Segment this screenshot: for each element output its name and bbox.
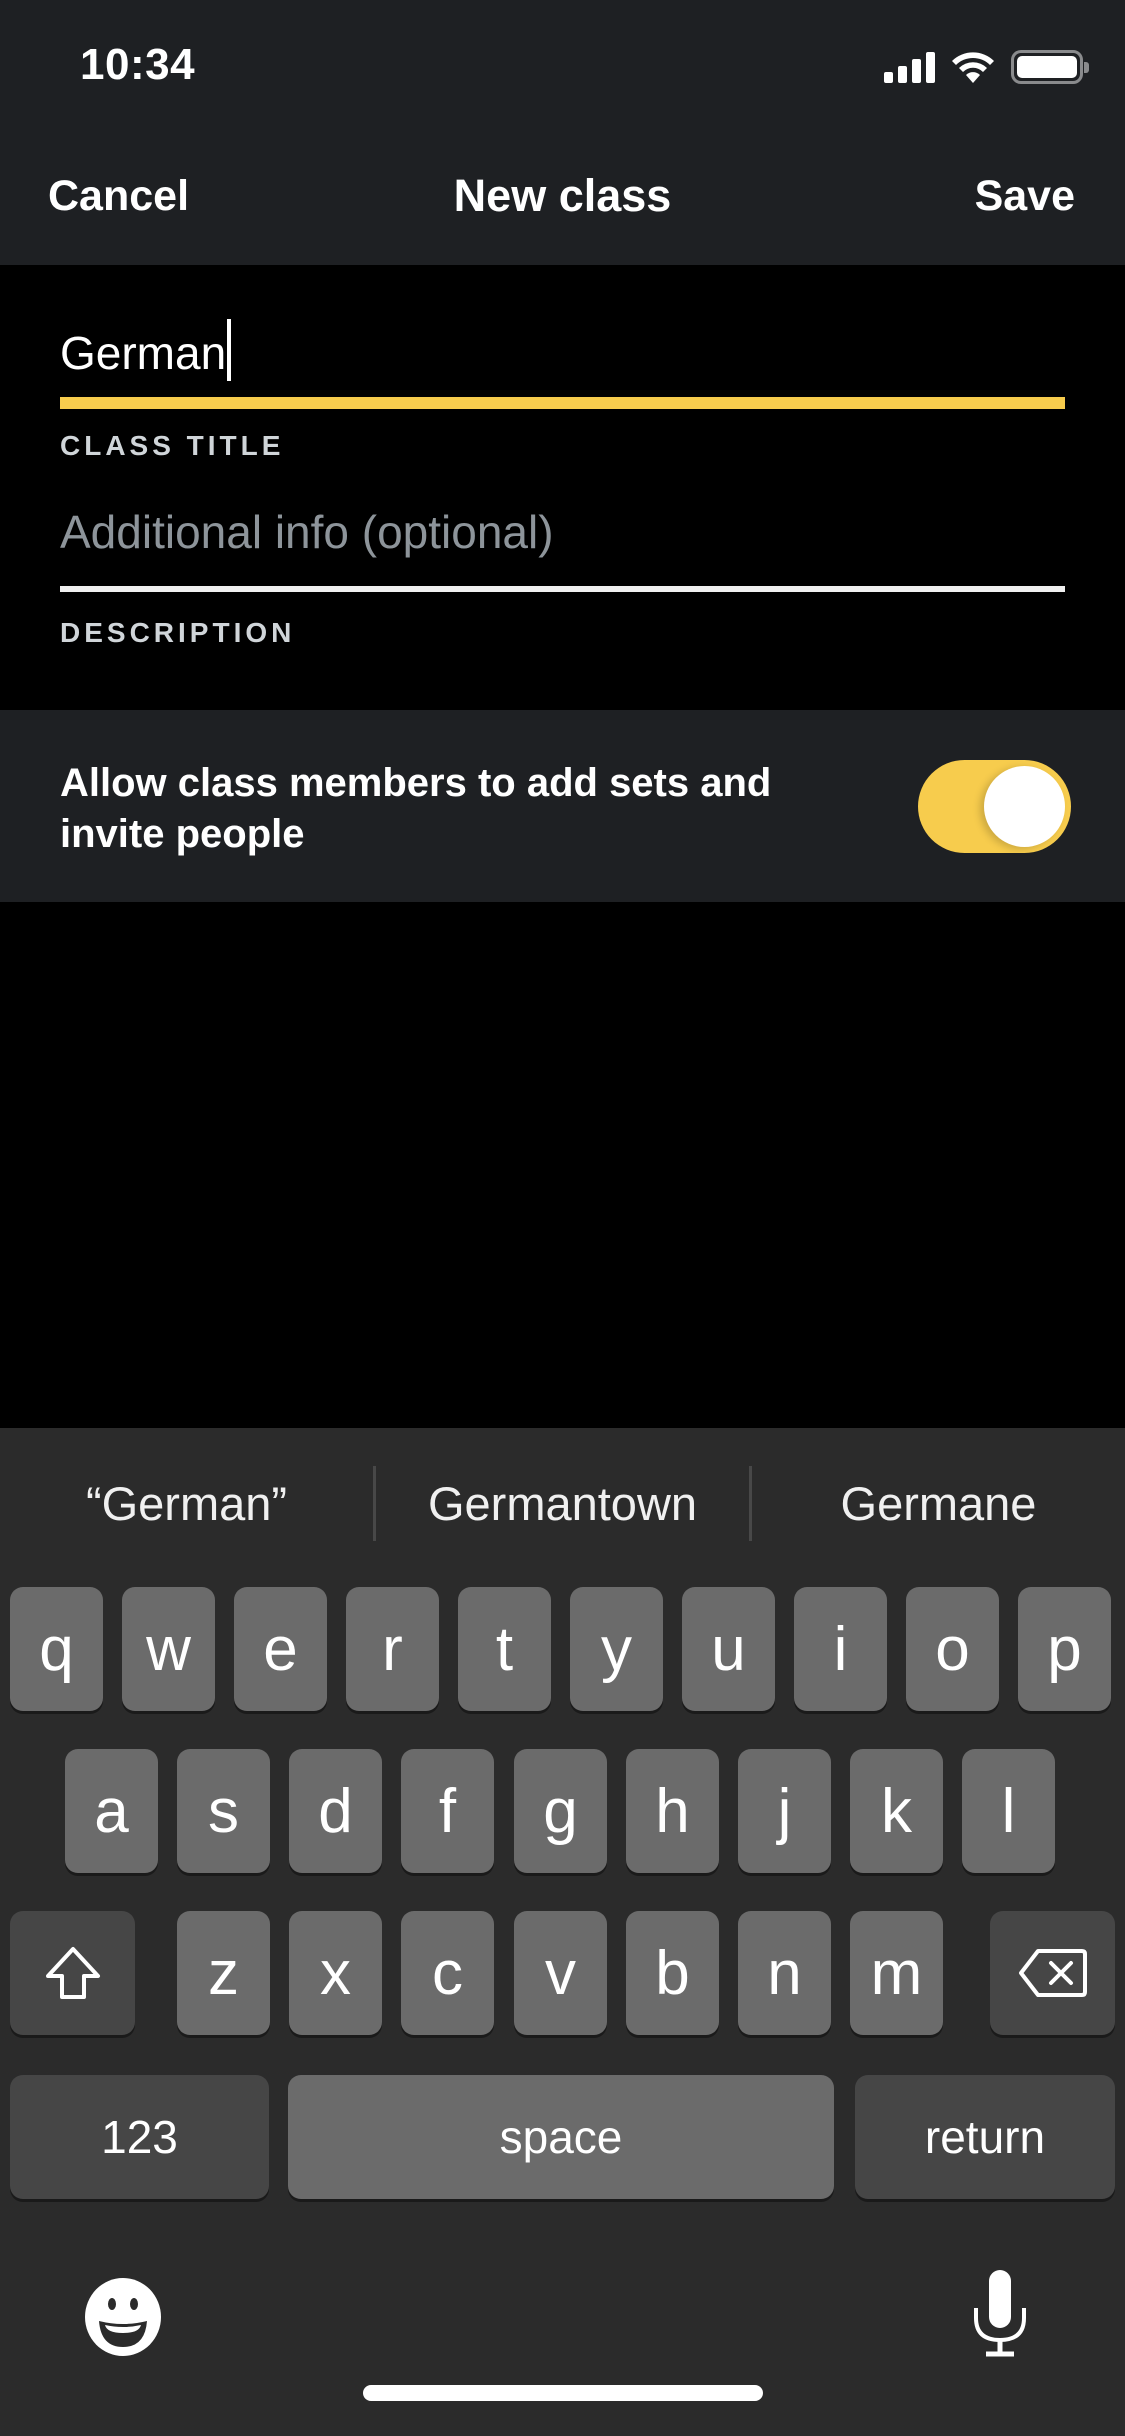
key[interactable]: w	[122, 1587, 215, 1711]
battery-icon	[1011, 50, 1089, 84]
key[interactable]: n	[738, 1911, 831, 2035]
key[interactable]: m	[850, 1911, 943, 2035]
key[interactable]: v	[514, 1911, 607, 2035]
description-field[interactable]	[60, 505, 1065, 575]
key[interactable]: i	[794, 1587, 887, 1711]
key[interactable]: c	[401, 1911, 494, 2035]
key[interactable]: p	[1018, 1587, 1111, 1711]
key[interactable]: s	[177, 1749, 270, 1873]
delete-key[interactable]	[990, 1911, 1115, 2035]
shift-icon	[45, 1947, 100, 1999]
key[interactable]: j	[738, 1749, 831, 1873]
key[interactable]: z	[177, 1911, 270, 2035]
suggestion-item[interactable]: Germane	[752, 1476, 1125, 1531]
status-time: 10:34	[80, 40, 196, 89]
allow-members-toggle[interactable]	[918, 760, 1071, 853]
key[interactable]: f	[401, 1749, 494, 1873]
numbers-key[interactable]: 123	[10, 2075, 269, 2199]
class-title-value[interactable]: German	[60, 318, 226, 388]
space-key[interactable]: space	[288, 2075, 834, 2199]
key[interactable]: k	[850, 1749, 943, 1873]
description-input[interactable]	[60, 505, 1065, 559]
class-title-field[interactable]: German	[60, 318, 1065, 388]
class-title-label: CLASS TITLE	[60, 430, 285, 461]
description-label: DESCRIPTION	[60, 617, 296, 648]
text-cursor	[227, 319, 232, 381]
cancel-button[interactable]: Cancel	[48, 172, 189, 221]
key[interactable]: o	[906, 1587, 999, 1711]
keyboard: “German” Germantown Germane q w e r t y …	[0, 1428, 1125, 2436]
shift-key[interactable]	[10, 1911, 135, 2035]
key[interactable]: t	[458, 1587, 551, 1711]
key[interactable]: g	[514, 1749, 607, 1873]
toggle-knob[interactable]	[984, 766, 1065, 847]
key[interactable]: d	[289, 1749, 382, 1873]
key[interactable]: b	[626, 1911, 719, 2035]
class-title-underline	[60, 397, 1065, 409]
key[interactable]: x	[289, 1911, 382, 2035]
suggestion-item[interactable]: “German”	[0, 1476, 373, 1531]
header: 10:34 Cancel New class Save	[0, 0, 1125, 265]
key[interactable]: r	[346, 1587, 439, 1711]
microphone-icon[interactable]	[970, 2268, 1030, 2358]
key[interactable]: u	[682, 1587, 775, 1711]
allow-members-row: Allow class members to add sets and invi…	[0, 710, 1125, 902]
cellular-signal-icon	[884, 51, 935, 83]
key[interactable]: l	[962, 1749, 1055, 1873]
key[interactable]: e	[234, 1587, 327, 1711]
key[interactable]: q	[10, 1587, 103, 1711]
description-underline	[60, 586, 1065, 592]
wifi-icon	[952, 52, 994, 83]
suggestion-item[interactable]: Germantown	[376, 1476, 749, 1531]
status-icons	[884, 50, 1089, 84]
save-button[interactable]: Save	[975, 172, 1075, 221]
home-indicator[interactable]	[363, 2385, 763, 2401]
delete-icon	[1018, 1949, 1087, 1997]
suggestion-bar: “German” Germantown Germane	[0, 1428, 1125, 1578]
key[interactable]: y	[570, 1587, 663, 1711]
return-key[interactable]: return	[855, 2075, 1115, 2199]
emoji-icon[interactable]	[83, 2277, 163, 2357]
key[interactable]: a	[65, 1749, 158, 1873]
key[interactable]: h	[626, 1749, 719, 1873]
allow-members-label: Allow class members to add sets and invi…	[60, 761, 772, 856]
